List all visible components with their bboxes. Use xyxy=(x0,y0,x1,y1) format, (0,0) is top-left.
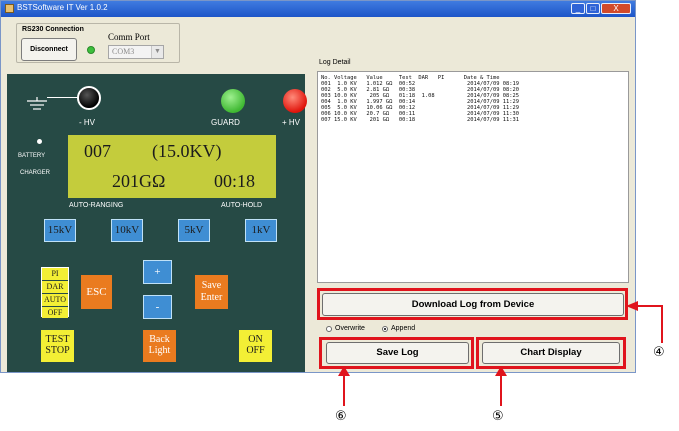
mode-off[interactable]: OFF xyxy=(42,307,68,318)
callout-number-6: ⑥ xyxy=(335,409,347,424)
test-label: TEST xyxy=(45,334,70,345)
guard-terminal xyxy=(221,89,245,113)
minus-button[interactable]: - xyxy=(143,295,172,319)
arrow-left-icon xyxy=(626,301,638,311)
download-callout-line-vertical xyxy=(661,305,663,343)
guard-label: GUARD xyxy=(211,118,240,127)
lcd-timer: 00:18 xyxy=(214,171,256,191)
close-button[interactable]: X xyxy=(601,3,631,14)
disconnect-button[interactable]: Disconnect xyxy=(21,38,77,61)
save-callout-line xyxy=(343,372,345,406)
overwrite-label: Overwrite xyxy=(335,325,365,332)
comm-port-select[interactable]: COM3 ▼ xyxy=(108,45,164,59)
auto-hold-label: AUTO-HOLD xyxy=(221,202,263,209)
ground-lead xyxy=(47,97,79,98)
log-detail-label: Log Detail xyxy=(319,59,351,66)
comm-port-label: Comm Port xyxy=(108,32,150,42)
arrow-up-icon xyxy=(338,366,350,376)
comm-port-value: COM3 xyxy=(112,47,135,56)
light-label: Light xyxy=(148,345,171,356)
lcd-voltage: (15.0KV) xyxy=(152,141,222,161)
download-highlight-box xyxy=(317,288,628,320)
negative-hv-terminal xyxy=(77,86,101,110)
auto-ranging-label: AUTO-RANGING xyxy=(69,202,124,209)
back-light-button[interactable]: Back Light xyxy=(143,330,176,362)
connection-status-led xyxy=(87,46,95,54)
mode-selector[interactable]: PI DAR AUTO OFF xyxy=(41,267,69,318)
maximize-button[interactable]: □ xyxy=(586,3,600,14)
chart-display-highlight-box xyxy=(476,337,626,369)
off-label: OFF xyxy=(246,345,265,356)
append-radio[interactable] xyxy=(382,326,388,332)
plus-button[interactable]: + xyxy=(143,260,172,284)
save-enter-line2: Enter xyxy=(200,292,223,303)
callout-number-4: ④ xyxy=(653,345,665,360)
battery-label: BATTERY xyxy=(18,153,46,159)
rs232-group-title: RS230 Connection xyxy=(21,26,85,33)
voltage-1kv-button[interactable]: 1kV xyxy=(245,219,277,242)
charger-label: CHARGER xyxy=(20,170,51,176)
save-enter-button[interactable]: Save Enter xyxy=(195,275,228,309)
battery-led xyxy=(37,139,42,144)
append-label: Append xyxy=(391,325,416,332)
chevron-down-icon[interactable]: ▼ xyxy=(151,46,163,58)
mode-dar[interactable]: DAR xyxy=(42,281,68,294)
log-list[interactable]: No. Voltage Value Test DAR PI Date & Tim… xyxy=(317,71,629,283)
neg-hv-label: - HV xyxy=(79,118,95,127)
pos-hv-label: + HV xyxy=(282,118,301,127)
overwrite-radio[interactable] xyxy=(326,326,332,332)
on-off-button[interactable]: ON OFF xyxy=(239,330,272,362)
back-label: Back xyxy=(149,334,170,345)
arrow-up-icon xyxy=(495,366,507,376)
voltage-15kv-button[interactable]: 15kV xyxy=(44,219,76,242)
ground-icon xyxy=(27,97,47,110)
on-label: ON xyxy=(248,334,263,345)
app-window: BSTSoftware IT Ver 1.0.2 _ □ X RS230 Con… xyxy=(0,0,636,373)
device-panel: - HV GUARD + HV BATTERY CHARGER 007 (15.… xyxy=(7,74,307,372)
voltage-10kv-button[interactable]: 10kV xyxy=(111,219,143,242)
app-icon xyxy=(5,4,14,13)
mode-auto[interactable]: AUTO xyxy=(42,294,68,307)
test-stop-button[interactable]: TEST STOP xyxy=(41,330,74,362)
download-callout-line xyxy=(637,305,662,307)
mode-pi[interactable]: PI xyxy=(42,268,68,281)
minimize-button[interactable]: _ xyxy=(571,3,585,14)
stop-label: STOP xyxy=(45,345,70,356)
positive-hv-terminal xyxy=(283,89,307,113)
log-row: 007 15.0 KV 201 GΩ 00:18 2014/07/09 11:3… xyxy=(321,117,519,123)
callout-number-5: ⑤ xyxy=(492,409,504,424)
save-enter-line1: Save xyxy=(201,280,222,291)
save-log-highlight-box xyxy=(319,337,474,369)
lcd-record-number: 007 xyxy=(84,141,111,161)
voltage-5kv-button[interactable]: 5kV xyxy=(178,219,210,242)
lcd-display: 007 (15.0KV) 201GΩ 00:18 xyxy=(68,135,276,198)
title-bar: BSTSoftware IT Ver 1.0.2 _ □ X xyxy=(1,1,635,17)
window-title: BSTSoftware IT Ver 1.0.2 xyxy=(17,3,108,12)
chart-callout-line xyxy=(500,372,502,406)
lcd-resistance: 201GΩ xyxy=(112,171,166,191)
esc-button[interactable]: ESC xyxy=(81,275,112,309)
